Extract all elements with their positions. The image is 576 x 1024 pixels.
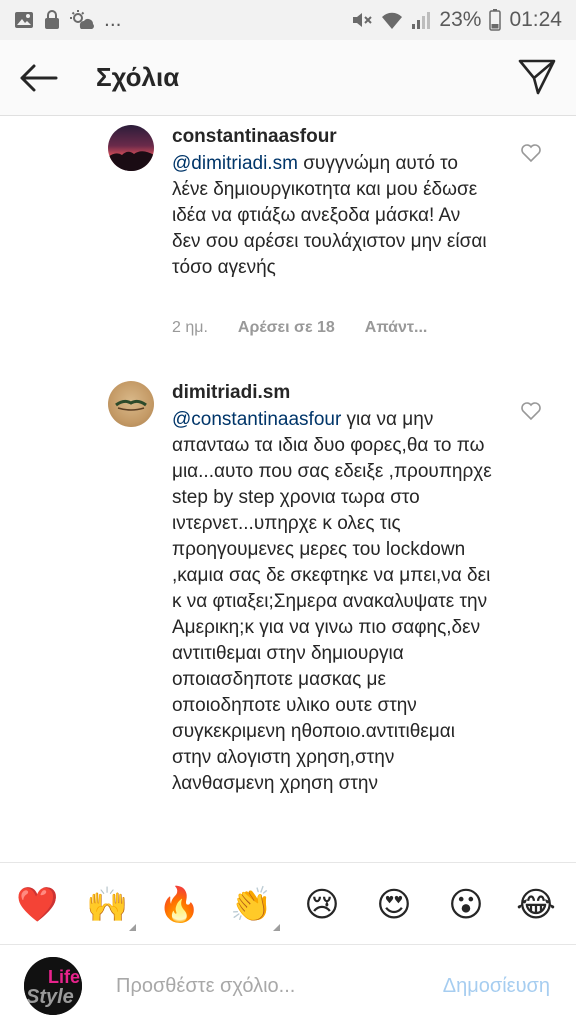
wifi-icon bbox=[381, 10, 403, 30]
heart-outline-icon bbox=[521, 144, 541, 163]
like-comment-button[interactable] bbox=[520, 401, 542, 421]
arrow-left-icon bbox=[20, 64, 58, 92]
life-style-logo: Life Style bbox=[24, 957, 82, 1015]
emoji-heart-eyes[interactable]: 😍 bbox=[374, 885, 414, 925]
comment-composer: Life Style Δημοσίευση bbox=[0, 944, 576, 1024]
comment-item: dimitriadi.sm @constantinaasfour για να … bbox=[0, 379, 576, 862]
signal-icon bbox=[411, 10, 431, 30]
mute-icon bbox=[351, 10, 373, 30]
status-right: 23% 01:24 bbox=[351, 8, 562, 32]
comment-body: dimitriadi.sm @constantinaasfour για να … bbox=[172, 381, 492, 797]
share-button[interactable] bbox=[516, 56, 558, 98]
page-title: Σχόλια bbox=[96, 62, 180, 92]
clock: 01:24 bbox=[509, 8, 562, 31]
lock-icon bbox=[44, 10, 60, 30]
likes-count[interactable]: Αρέσει σε 18 bbox=[238, 319, 335, 337]
comment-username[interactable]: constantinaasfour bbox=[172, 125, 492, 149]
avatar[interactable] bbox=[108, 381, 154, 427]
emoji-tears-of-joy[interactable]: 😂 bbox=[516, 885, 556, 925]
emoji-crying[interactable]: 😢 bbox=[302, 885, 342, 925]
post-button[interactable]: Δημοσίευση bbox=[443, 975, 550, 998]
comment-username[interactable]: dimitriadi.sm bbox=[172, 381, 492, 405]
paper-plane-icon bbox=[518, 59, 556, 95]
comment-body: constantinaasfour @dimitriadi.sm συγγνώμ… bbox=[172, 125, 492, 281]
weather-icon bbox=[70, 10, 94, 30]
comment-time: 2 ημ. bbox=[172, 319, 208, 336]
svg-text:Life: Life bbox=[48, 967, 80, 987]
mention-link[interactable]: @constantinaasfour bbox=[172, 409, 341, 430]
emoji-clapping[interactable]: 👏 bbox=[230, 885, 280, 931]
emoji-raising-hands[interactable]: 🙌 bbox=[86, 885, 136, 931]
like-comment-button[interactable] bbox=[520, 143, 542, 163]
variants-indicator bbox=[273, 924, 280, 931]
comment-item: constantinaasfour @dimitriadi.sm συγγνώμ… bbox=[0, 117, 576, 357]
emoji-red-heart[interactable]: ❤️ bbox=[16, 885, 58, 925]
variants-indicator bbox=[129, 924, 136, 931]
raising-hands-icon: 🙌 bbox=[86, 886, 129, 924]
status-bar: ... 23% 01:24 bbox=[0, 0, 576, 40]
emoji-bar: ❤️ 🙌 🔥 👏 😢 😍 😮 😂 bbox=[0, 862, 576, 944]
back-button[interactable] bbox=[16, 58, 60, 98]
reply-button[interactable]: Απάντ... bbox=[365, 319, 428, 337]
heart-outline-icon bbox=[521, 402, 541, 421]
clapping-hands-icon: 👏 bbox=[230, 886, 273, 924]
gallery-icon bbox=[14, 11, 34, 29]
avatar[interactable] bbox=[108, 125, 154, 171]
battery-percent: 23% bbox=[439, 8, 482, 31]
emoji-fire[interactable]: 🔥 bbox=[158, 885, 200, 925]
comments-list[interactable]: constantinaasfour @dimitriadi.sm συγγνώμ… bbox=[0, 117, 576, 862]
emoji-surprised[interactable]: 😮 bbox=[446, 885, 486, 925]
my-avatar: Life Style bbox=[24, 957, 82, 1015]
svg-text:Style: Style bbox=[26, 986, 74, 1008]
comment-text: @constantinaasfour για να μην απανταω τα… bbox=[172, 407, 492, 797]
comment-meta: 2 ημ. Αρέσει σε 18 Απάντ... bbox=[172, 319, 427, 337]
status-left: ... bbox=[14, 8, 122, 32]
comment-text: @dimitriadi.sm συγγνώμη αυτό το λένε δημ… bbox=[172, 151, 492, 281]
more-notifications: ... bbox=[104, 8, 122, 31]
mention-link[interactable]: @dimitriadi.sm bbox=[172, 153, 298, 174]
battery-icon bbox=[489, 9, 502, 31]
comment-message: για να μην απανταω τα ιδια δυο φορες,θα … bbox=[172, 409, 492, 794]
comment-input[interactable] bbox=[116, 971, 396, 1001]
header: Σχόλια bbox=[0, 40, 576, 116]
